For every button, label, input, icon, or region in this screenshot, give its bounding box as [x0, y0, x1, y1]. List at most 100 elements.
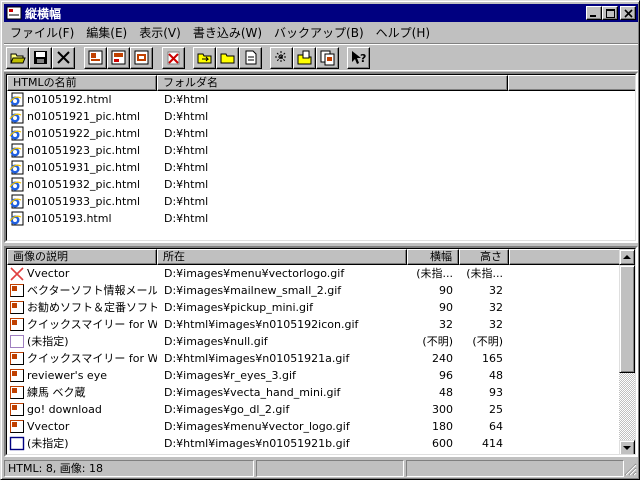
- image-path: D:¥html¥images¥n01051921b.gif: [164, 437, 350, 450]
- minimize-button[interactable]: [586, 6, 602, 20]
- delete-mark-icon: [167, 51, 180, 65]
- header-width[interactable]: 横幅: [407, 249, 459, 265]
- toolbar: ?: [4, 43, 638, 71]
- html-list-row[interactable]: n01051933_pic.html D:¥html: [7, 193, 635, 210]
- image-list[interactable]: 画像の説明 所在 横幅 高さ Vvector D:¥images¥menu¥vec…: [4, 246, 638, 457]
- title-bar[interactable]: 縦横幅: [4, 4, 638, 22]
- image-list-row[interactable]: 練馬 ベク蔵 D:¥images¥vecta_hand_mini.gif 48 93: [7, 384, 635, 401]
- view-2-button[interactable]: [107, 47, 130, 69]
- image-path: D:¥images¥vecta_hand_mini.gif: [164, 386, 341, 399]
- html-name: n0105192.html: [27, 93, 112, 106]
- html-name: n01051921_pic.html: [27, 110, 141, 123]
- image-list-row[interactable]: Vvector D:¥images¥menu¥vectorlogo.gif (未指.…: [7, 265, 635, 282]
- header-blank-2: [509, 249, 622, 265]
- image-list-scrollbar[interactable]: [619, 249, 635, 454]
- image-list-row[interactable]: go! download D:¥images¥go_dl_2.gif 300 25: [7, 401, 635, 418]
- html-list-row[interactable]: n0105193.html D:¥html: [7, 210, 635, 227]
- app-icon: [6, 6, 22, 20]
- folder-button[interactable]: [216, 47, 239, 69]
- image-list-row[interactable]: クイックスマイリー for Win32 D:¥html¥images¥n01051…: [7, 350, 635, 367]
- image-list-row[interactable]: ベクターソフト情報メール... D:¥images¥mailnew_small_2…: [7, 282, 635, 299]
- html-list-row[interactable]: n01051931_pic.html D:¥html: [7, 159, 635, 176]
- image-width: (不明): [422, 335, 453, 348]
- html-folder: D:¥html: [164, 212, 209, 225]
- header-height[interactable]: 高さ: [459, 249, 509, 265]
- ie-html-icon: [9, 211, 24, 226]
- image-width: 600: [432, 437, 453, 450]
- menu-bar: ファイル(F) 編集(E) 表示(V) 書き込み(W) バックアップ(B) ヘル…: [4, 23, 638, 42]
- scroll-thumb[interactable]: [619, 265, 635, 373]
- scroll-down-button[interactable]: [619, 440, 635, 454]
- save-button[interactable]: [29, 47, 52, 69]
- html-list[interactable]: HTMLの名前 フォルダ名 n0105192.html D:¥html n01051…: [4, 72, 638, 243]
- html-list-row[interactable]: n01051922_pic.html D:¥html: [7, 125, 635, 142]
- status-text: HTML: 8, 画像: 18: [4, 460, 254, 477]
- folder-edit-button[interactable]: [293, 47, 316, 69]
- page-button[interactable]: [239, 47, 262, 69]
- maximize-icon: [606, 9, 615, 18]
- image-icon: [10, 403, 24, 416]
- html-list-row[interactable]: n01051932_pic.html D:¥html: [7, 176, 635, 193]
- image-icon: [10, 301, 24, 314]
- html-list-row[interactable]: n0105192.html D:¥html: [7, 91, 635, 108]
- header-location[interactable]: 所在: [157, 249, 407, 265]
- view-3-button[interactable]: [130, 47, 153, 69]
- image-list-row[interactable]: (未指定) D:¥images¥null.gif (不明) (不明): [7, 333, 635, 350]
- image-height: (不明): [472, 335, 503, 348]
- html-name: n01051932_pic.html: [27, 178, 141, 191]
- html-folder: D:¥html: [164, 195, 209, 208]
- image-list-row[interactable]: reviewer's eye D:¥images¥r_eyes_3.gif 96 48: [7, 367, 635, 384]
- folder-arrow-button[interactable]: [193, 47, 216, 69]
- page-icon: [245, 50, 257, 65]
- menu-edit[interactable]: 編集(E): [80, 24, 133, 41]
- menu-write[interactable]: 書き込み(W): [187, 24, 268, 41]
- image-list-row[interactable]: お勧めソフト＆定番ソフト... D:¥images¥pickup_mini.gif…: [7, 299, 635, 316]
- close-doc-button[interactable]: [52, 47, 75, 69]
- image-icon: [10, 352, 24, 365]
- menu-help[interactable]: ヘルプ(H): [370, 24, 436, 41]
- view-1-button[interactable]: [84, 47, 107, 69]
- header-folder-name[interactable]: フォルダ名: [157, 75, 508, 91]
- html-folder: D:¥html: [164, 127, 209, 140]
- minimize-icon: [590, 15, 596, 17]
- image-list-row[interactable]: (未指定) D:¥html¥images¥n01051921b.gif 600 414: [7, 435, 635, 452]
- image-list-row[interactable]: Vvector D:¥images¥menu¥vector_logo.gif 180…: [7, 418, 635, 435]
- image-width: (未指...: [416, 267, 453, 280]
- html-name: n01051923_pic.html: [27, 144, 141, 157]
- help-button[interactable]: ?: [347, 47, 370, 69]
- delete-button[interactable]: [162, 47, 185, 69]
- menu-view[interactable]: 表示(V): [133, 24, 187, 41]
- scroll-up-button[interactable]: [619, 249, 635, 265]
- image-height: 32: [489, 318, 503, 331]
- resize-grip-icon[interactable]: [624, 463, 637, 476]
- ie-html-icon: [9, 109, 24, 124]
- html-list-row[interactable]: n01051923_pic.html D:¥html: [7, 142, 635, 159]
- menu-backup[interactable]: バックアップ(B): [268, 24, 370, 41]
- image-icon: [10, 420, 24, 433]
- html-folder: D:¥html: [164, 110, 209, 123]
- maximize-button[interactable]: [602, 6, 618, 20]
- image-desc: クイックスマイリー for Win32: [27, 352, 157, 365]
- open-button[interactable]: [6, 47, 29, 69]
- copy-pages-button[interactable]: [316, 47, 339, 69]
- image-path: D:¥images¥null.gif: [164, 335, 268, 348]
- header-image-desc[interactable]: 画像の説明: [7, 249, 157, 265]
- image-width: 240: [432, 352, 453, 365]
- help-pointer-icon: ?: [352, 51, 366, 65]
- html-list-row[interactable]: n01051921_pic.html D:¥html: [7, 108, 635, 125]
- image-icon: [10, 386, 24, 399]
- image-list-row[interactable]: クイックスマイリー for Win32 D:¥html¥images¥n01051…: [7, 316, 635, 333]
- image-desc: 練馬 ベク蔵: [27, 386, 86, 399]
- image-height: 165: [482, 352, 503, 365]
- html-view-1-icon: [88, 50, 103, 65]
- arrow-up-icon: [623, 255, 631, 259]
- sparkle-button[interactable]: [270, 47, 293, 69]
- close-button[interactable]: [620, 6, 636, 20]
- ie-html-icon: [9, 143, 24, 158]
- header-blank: [508, 75, 635, 91]
- header-html-name[interactable]: HTMLの名前: [7, 75, 157, 91]
- menu-file[interactable]: ファイル(F): [4, 24, 80, 41]
- image-height: 48: [489, 369, 503, 382]
- image-height: 414: [482, 437, 503, 450]
- empty-image-blue-icon: [9, 436, 25, 451]
